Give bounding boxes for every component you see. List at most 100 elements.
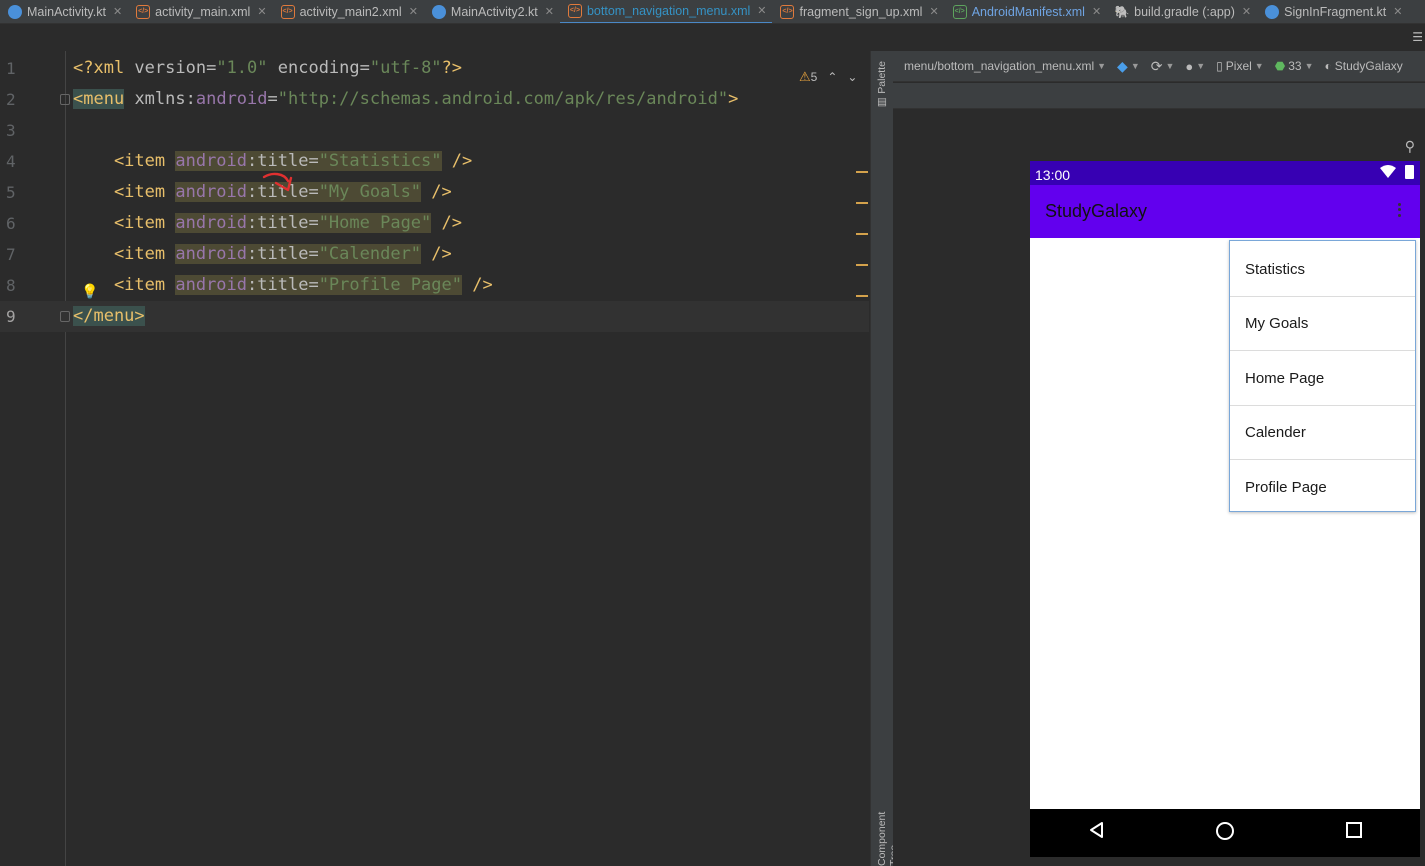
chevron-down-icon: ▼ [1165, 61, 1175, 71]
android-icon: ⬣ [1274, 59, 1286, 73]
tab-build-gradle[interactable]: 🐘 build.gradle (:app) ✕ [1107, 0, 1257, 23]
line-number: 8 [6, 276, 16, 295]
menu-item-profile-page: <item android:title="Profile Page" /> [73, 275, 493, 295]
tab-activity-main2-xml[interactable]: </> activity_main2.xml ✕ [273, 0, 424, 23]
close-icon[interactable]: ✕ [929, 5, 938, 18]
tab-fragment-sign-up-xml[interactable]: </> fragment_sign_up.xml ✕ [772, 0, 944, 23]
tab-bottom-navigation-menu-xml[interactable]: </> bottom_navigation_menu.xml ✕ [559, 0, 773, 23]
palette-tab[interactable]: ▤ Palette [876, 61, 888, 109]
popup-item-my-goals[interactable]: My Goals [1230, 297, 1415, 351]
line-number: 1 [6, 59, 16, 78]
line-number: 4 [6, 152, 16, 171]
popup-item-home-page[interactable]: Home Page [1230, 352, 1415, 406]
tab-sign-in-fragment-kt[interactable]: SignInFragment.kt ✕ [1257, 0, 1408, 23]
night-mode-button[interactable]: ● ▼ [1185, 59, 1205, 74]
close-icon[interactable]: ✕ [545, 5, 554, 18]
code-line: 1 <?xml version="1.0" encoding="utf-8"?>… [0, 53, 869, 84]
tab-main-activity2-kt[interactable]: MainActivity2.kt ✕ [424, 0, 560, 23]
fold-marker-icon[interactable] [60, 94, 70, 105]
layers-button[interactable]: ◆ ▼ [1117, 58, 1140, 75]
popup-item-profile-page[interactable]: Profile Page [1230, 461, 1415, 515]
status-time: 13:00 [1035, 167, 1071, 183]
theme-selector[interactable]: ◐ StudyGalaxy [1324, 59, 1402, 73]
app-bar: StudyGalaxy [1030, 185, 1420, 238]
line-number: 5 [6, 183, 16, 202]
menu-close-tag: </menu> [73, 306, 145, 326]
kotlin-file-icon [1265, 4, 1280, 19]
theme-icon: ◐ [1324, 59, 1332, 73]
gradle-elephant-icon: 🐘 [1114, 4, 1130, 19]
close-icon[interactable]: ✕ [1393, 5, 1402, 18]
design-subtoolbar [893, 83, 1425, 109]
fold-marker-icon[interactable] [60, 311, 70, 322]
status-bar: 13:00 [1030, 161, 1420, 185]
device-selector[interactable]: ▯ Pixel ▼ [1216, 59, 1264, 73]
close-icon[interactable]: ✕ [113, 5, 122, 18]
xml-file-icon: </> [136, 4, 151, 19]
moon-icon: ● [1185, 58, 1194, 74]
line-number: 7 [6, 245, 16, 264]
wifi-icon [1380, 165, 1396, 182]
code-line: 8 💡 <item android:title="Profile Page" /… [0, 270, 869, 301]
chevron-down-icon: ▼ [1304, 61, 1314, 71]
tab-main-activity-kt[interactable]: MainActivity.kt ✕ [0, 0, 128, 23]
chevron-down-icon: ▼ [1130, 61, 1140, 71]
overflow-menu-icon[interactable] [1398, 201, 1402, 219]
warning-stripe[interactable] [856, 295, 868, 297]
popup-item-statistics[interactable]: Statistics [1230, 243, 1415, 297]
annotation-arrow-icon [262, 172, 293, 192]
code-line: 7 <item android:title="Calender" /> [0, 239, 869, 270]
code-line: 2 <menu xmlns:android="http://schemas.an… [0, 84, 869, 115]
close-icon[interactable]: ✕ [1242, 5, 1251, 18]
back-icon[interactable] [1088, 821, 1106, 839]
code-line-current: 9 </menu> [0, 301, 869, 332]
warning-stripe[interactable] [856, 233, 868, 235]
xml-file-icon: </> [780, 4, 795, 19]
overflow-popup-menu: Statistics My Goals Home Page Calender P… [1229, 240, 1416, 512]
warning-count: 5 [810, 70, 818, 84]
tab-list-icon[interactable]: ☰ [1412, 30, 1423, 44]
kotlin-file-icon [8, 4, 22, 19]
line-number: 9 [6, 307, 16, 326]
xml-declaration: <?xml version="1.0" encoding="utf-8"?> [73, 58, 463, 78]
system-nav-bar [1030, 809, 1420, 857]
kotlin-file-icon [431, 4, 446, 19]
close-icon[interactable]: ✕ [1092, 5, 1101, 18]
home-circle-icon[interactable] [1215, 821, 1235, 841]
orientation-button[interactable]: ⟳ ▼ [1151, 58, 1175, 75]
warning-icon: ⚠ [799, 69, 811, 84]
chevron-down-icon: ▼ [1254, 61, 1264, 71]
phone-icon: ▯ [1216, 59, 1223, 73]
xml-file-icon: </> [567, 3, 582, 18]
warning-stripe[interactable] [856, 202, 868, 204]
device-preview: 13:00 StudyGalaxy Statistics My Goals Ho… [1030, 161, 1420, 857]
xml-file-icon: </> [280, 4, 295, 19]
chevron-down-icon: ▼ [1097, 61, 1107, 71]
api-level-selector[interactable]: ⬣ 33 ▼ [1275, 59, 1314, 73]
code-line: 5 <item android:title="My Goals" /> [0, 177, 869, 208]
close-icon[interactable]: ✕ [257, 5, 266, 18]
menu-item-home-page: <item android:title="Home Page" /> [73, 213, 462, 233]
pin-icon[interactable]: ⚲ [1405, 139, 1415, 155]
layers-icon: ◆ [1117, 57, 1128, 74]
design-toolbar: menu/bottom_navigation_menu.xml ▼ ◆ ▼ ⟳ ▼ ●… [893, 51, 1425, 82]
line-number: 2 [6, 90, 16, 109]
code-line: 3 [0, 115, 869, 146]
warning-stripe[interactable] [856, 264, 868, 266]
close-icon[interactable]: ✕ [409, 5, 418, 18]
warning-stripe[interactable] [856, 171, 868, 173]
tool-window-strip: ▤ Palette Component Tree [870, 51, 900, 866]
line-number: 6 [6, 214, 16, 233]
code-line: 6 <item android:title="Home Page" /> [0, 208, 869, 239]
editor-tab-bar: MainActivity.kt ✕ </> activity_main.xml ✕ <… [0, 0, 1425, 24]
tab-android-manifest-xml[interactable]: </> AndroidManifest.xml ✕ [945, 0, 1107, 23]
manifest-file-icon: </> [952, 4, 967, 19]
rotate-icon: ⟳ [1150, 57, 1163, 74]
code-editor[interactable]: 1 <?xml version="1.0" encoding="utf-8"?>… [0, 51, 869, 866]
recents-square-icon[interactable] [1345, 821, 1363, 839]
menu-item-calender: <item android:title="Calender" /> [73, 244, 452, 264]
close-icon[interactable]: ✕ [757, 4, 766, 17]
tab-activity-main-xml[interactable]: </> activity_main.xml ✕ [128, 0, 272, 23]
file-selector[interactable]: menu/bottom_navigation_menu.xml ▼ [904, 59, 1106, 73]
popup-item-calender[interactable]: Calender [1230, 406, 1415, 460]
